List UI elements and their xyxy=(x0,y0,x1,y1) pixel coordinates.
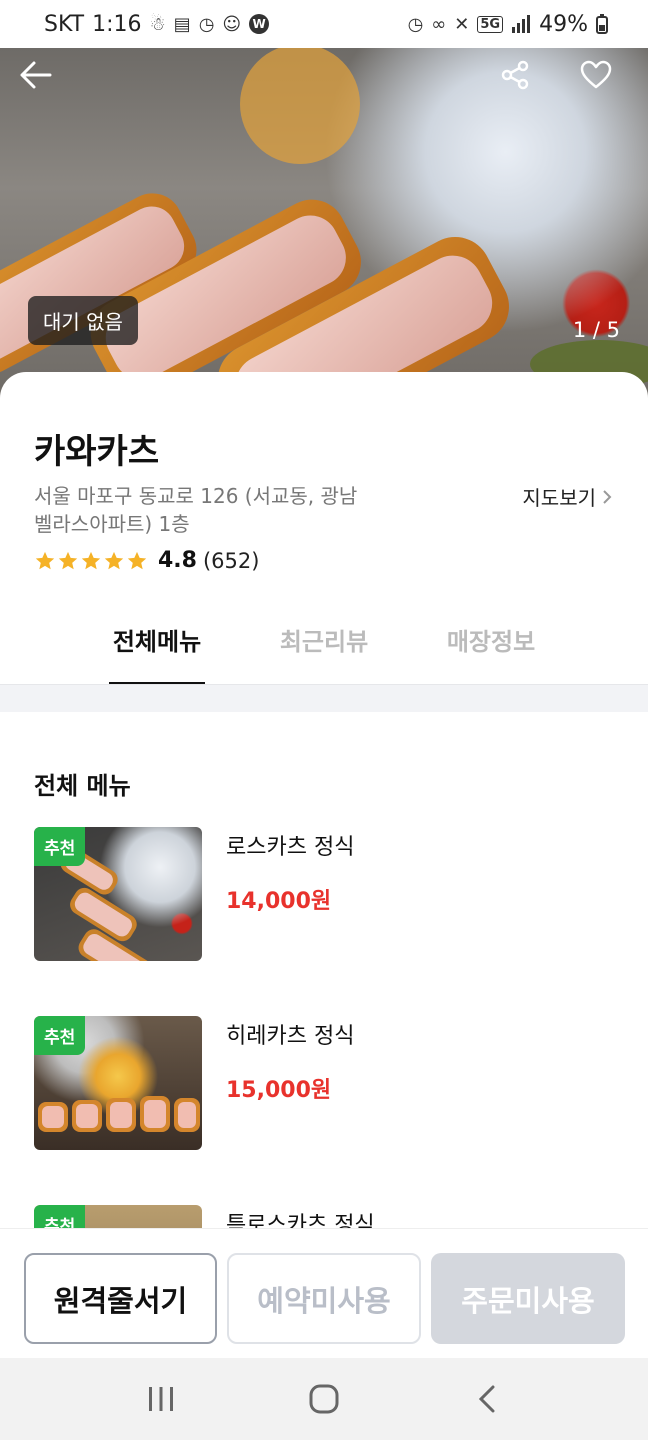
menu-item-price: 14,000원 xyxy=(226,889,332,914)
star-icon xyxy=(81,551,101,569)
signal-icon xyxy=(511,15,531,33)
menu-section-title: 전체 메뉴 xyxy=(34,772,131,800)
review-count: (652) xyxy=(202,548,260,573)
star-icon xyxy=(35,551,55,569)
rating-stars xyxy=(34,550,148,572)
alarm-clock-icon: ◷ xyxy=(407,13,424,35)
mute-icon: ✕ xyxy=(454,13,470,35)
tab-store-info-label: 매장정보 xyxy=(446,628,536,656)
store-rating[interactable]: 4.8 (652) xyxy=(34,548,259,573)
recommended-badge: 추천 xyxy=(34,1016,86,1055)
back-chevron-icon xyxy=(478,1385,495,1413)
store-detail-sheet: 카와카츠 서울 마포구 동교로 126 (서교동, 광남벨라스아파트) 1층 지… xyxy=(0,372,648,1339)
status-bar: SKT 1:16 ☃ ▤ ◷ ☺ W ◷ ∞ ✕ 5G 49% xyxy=(0,0,648,48)
menu-item-price: 15,000원 xyxy=(226,1078,332,1103)
menu-item-name: 로스카츠 정식 xyxy=(226,835,355,860)
image-counter: 1 / 5 xyxy=(572,318,620,342)
battery-percent: 49% xyxy=(539,11,588,37)
share-button[interactable] xyxy=(500,60,552,112)
recent-apps-button[interactable] xyxy=(131,1369,191,1429)
store-address: 서울 마포구 동교로 126 (서교동, 광남벨라스아파트) 1층 xyxy=(34,484,358,536)
rating-value: 4.8 xyxy=(158,548,197,573)
back-arrow-icon xyxy=(20,61,52,89)
recommended-badge: 추천 xyxy=(34,827,86,866)
bluetooth-icon: ∞ xyxy=(431,13,447,35)
menu-item[interactable]: 추천 로스카츠 정식 14,000원 xyxy=(34,827,614,963)
back-nav-button[interactable] xyxy=(457,1369,517,1429)
order-button[interactable]: 주문미사용 xyxy=(431,1253,625,1344)
star-icon xyxy=(58,551,78,569)
share-icon xyxy=(501,60,529,90)
battery-icon xyxy=(596,14,608,34)
menu-item-name: 히레카츠 정식 xyxy=(226,1024,355,1049)
heart-icon xyxy=(580,60,612,89)
reservation-button[interactable]: 예약미사용 xyxy=(227,1253,421,1344)
menu-thumbnail: 추천 xyxy=(34,1016,202,1150)
home-icon xyxy=(309,1384,339,1414)
star-icon xyxy=(104,551,124,569)
notification-icon: ☃ xyxy=(149,13,166,35)
tab-recent-reviews-label: 최근리뷰 xyxy=(279,628,369,656)
recent-apps-icon xyxy=(149,1387,174,1411)
app-root: SKT 1:16 ☃ ▤ ◷ ☺ W ◷ ∞ ✕ 5G 49% 대기 없음 1 … xyxy=(0,0,648,1440)
store-tabs: 전체메뉴 최근리뷰 매장정보 xyxy=(0,608,648,686)
home-button[interactable] xyxy=(294,1369,354,1429)
carrier-label: SKT xyxy=(44,11,85,37)
tab-all-menu-label: 전체메뉴 xyxy=(112,628,202,656)
menu-item[interactable]: 추천 히레카츠 정식 15,000원 xyxy=(34,1016,614,1152)
tab-store-info[interactable]: 매장정보 xyxy=(443,608,539,686)
section-divider xyxy=(0,684,648,712)
menu-thumbnail: 추천 xyxy=(34,827,202,961)
chevron-right-icon xyxy=(603,489,612,504)
system-navigation-bar xyxy=(0,1358,648,1440)
view-map-label: 지도보기 xyxy=(522,486,596,510)
favorite-button[interactable] xyxy=(580,60,632,112)
status-left: SKT 1:16 ☃ ▤ ◷ ☺ W xyxy=(44,11,270,37)
calendar-icon: ▤ xyxy=(173,13,191,35)
clock-time: 1:16 xyxy=(92,11,142,37)
store-photo-carousel[interactable]: 대기 없음 1 / 5 xyxy=(0,44,648,404)
back-button[interactable] xyxy=(18,60,70,112)
view-map-link[interactable]: 지도보기 xyxy=(522,482,612,511)
bottom-action-bar: 원격줄서기 예약미사용 주문미사용 xyxy=(0,1228,648,1358)
remote-queue-button[interactable]: 원격줄서기 xyxy=(24,1253,217,1344)
network-type-label: 5G xyxy=(477,15,504,33)
alarm-icon: ◷ xyxy=(198,13,215,35)
star-icon xyxy=(127,551,147,569)
status-right: ◷ ∞ ✕ 5G 49% xyxy=(408,12,608,37)
tab-recent-reviews[interactable]: 최근리뷰 xyxy=(276,608,372,686)
emoji-icon: ☺ xyxy=(222,13,242,35)
waiting-status-badge: 대기 없음 xyxy=(28,296,138,345)
tab-all-menu[interactable]: 전체메뉴 xyxy=(109,608,205,686)
store-name: 카와카츠 xyxy=(34,432,160,472)
app-w-icon: W xyxy=(249,14,270,34)
